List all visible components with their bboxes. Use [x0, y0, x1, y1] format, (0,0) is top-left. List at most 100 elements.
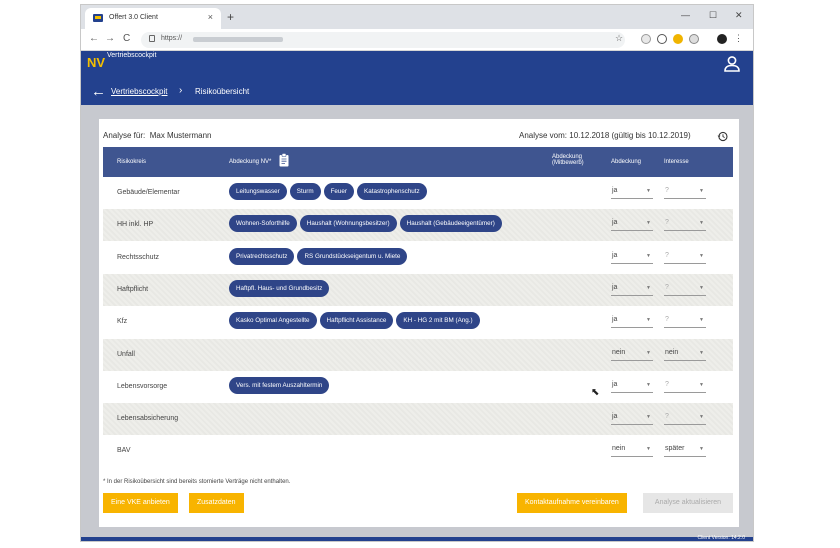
table-row: Lebensvorsorge Vers. mit festem Auszahlte…: [103, 371, 733, 403]
chevron-down-icon: ▼: [646, 349, 651, 356]
interest-select-value: ?: [665, 283, 669, 291]
coverage-chip[interactable]: Feuer: [323, 183, 355, 200]
chevron-down-icon: ▼: [646, 446, 651, 453]
column-interest: Interesse: [664, 159, 689, 165]
coverage-select[interactable]: ja ▼: [611, 314, 653, 329]
extension-icon[interactable]: [689, 34, 699, 44]
offer-vke-button[interactable]: Eine VKE anbieten: [103, 493, 178, 513]
coverage-select[interactable]: ja ▼: [611, 411, 653, 426]
user-account-icon[interactable]: [723, 55, 741, 73]
coverage-chip[interactable]: Haftpfl. Haus- und Grundbesitz: [229, 279, 330, 297]
browser-menu-icon[interactable]: ⋮: [734, 33, 743, 44]
arrange-contact-button[interactable]: Kontaktaufnahme vereinbaren: [517, 493, 627, 513]
coverage-select[interactable]: ja ▼: [611, 250, 653, 264]
new-tab-button[interactable]: +: [227, 10, 234, 24]
interest-select[interactable]: ? ▼: [664, 314, 706, 329]
chevron-right-icon: ›: [179, 85, 183, 96]
coverage-select-value: nein: [612, 348, 626, 356]
coverage-chip[interactable]: Wohnen-Soforthilfe: [229, 215, 297, 233]
interest-select[interactable]: ? ▼: [664, 411, 706, 426]
reload-button[interactable]: C: [123, 33, 130, 44]
table-row: Kfz Kasko Optimal Angestellte Haftpflicht …: [103, 306, 733, 338]
chevron-down-icon: ▼: [646, 317, 651, 324]
profile-avatar-icon[interactable]: [717, 34, 727, 44]
table-row: Haftpflicht Haftpfl. Haus- und Grundbesit…: [103, 273, 733, 306]
table-row: Rechtsschutz Privatrechtsschutz RS Grundst…: [103, 242, 733, 274]
coverage-select-value: nein: [612, 445, 626, 453]
clipboard-icon[interactable]: [279, 153, 289, 167]
extension-icon[interactable]: [657, 34, 667, 44]
table-row: HH inkl. HP Wohnen-Soforthilfe Haushalt (W…: [103, 209, 733, 242]
interest-select[interactable]: ? ▼: [664, 185, 706, 199]
extension-icon[interactable]: [673, 34, 683, 44]
browser-toolbar: ← → C https:// ☆ ⋮: [81, 29, 753, 51]
forward-nav-button[interactable]: →: [105, 33, 115, 44]
chevron-down-icon: ▼: [699, 349, 704, 356]
extension-icon[interactable]: [641, 34, 651, 44]
interest-select[interactable]: ? ▼: [664, 250, 706, 264]
interest-select[interactable]: ? ▼: [664, 379, 706, 393]
risk-label: HH inkl. HP: [117, 221, 154, 229]
coverage-select[interactable]: ja ▼: [611, 282, 653, 296]
coverage-select[interactable]: ja ▼: [611, 217, 653, 232]
coverage-chip[interactable]: Haftpflicht Assistance: [319, 312, 394, 330]
lock-icon: [149, 35, 155, 42]
coverage-select[interactable]: nein ▼: [611, 347, 653, 361]
risk-label: Rechtsschutz: [117, 253, 160, 261]
window-close-button[interactable]: ✕: [735, 10, 743, 21]
interest-select-value: ?: [665, 251, 669, 259]
interest-select[interactable]: später ▼: [664, 443, 706, 458]
column-coverage: Abdeckung: [611, 159, 642, 165]
chevron-down-icon: ▼: [699, 317, 704, 324]
url-redacted: [193, 37, 283, 42]
coverage-chip[interactable]: Katastrophenschutz: [357, 183, 427, 200]
coverage-chip[interactable]: Privatrechtsschutz: [229, 247, 295, 265]
browser-tab[interactable]: Offert 3.0 Client ×: [85, 8, 221, 29]
chevron-down-icon: ▼: [646, 284, 651, 291]
risk-label: BAV: [117, 447, 131, 455]
back-nav-button[interactable]: ←: [89, 33, 99, 44]
table-row: Gebäude/Elementar Leitungswasser Sturm Feue…: [103, 177, 733, 209]
interest-select[interactable]: nein ▼: [664, 347, 706, 361]
app-footer: Client Version: 14.2.0: [81, 535, 753, 541]
coverage-chip[interactable]: Leitungswasser: [229, 183, 287, 200]
interest-select-value: ?: [665, 316, 669, 324]
coverage-chip[interactable]: Haushalt (Gebäudeeigentümer): [399, 215, 502, 233]
table-row: BAV nein ▼ später ▼: [103, 435, 733, 467]
chevron-down-icon: ▼: [699, 381, 704, 388]
coverage-select[interactable]: ja ▼: [611, 379, 653, 393]
coverage-chip[interactable]: RS Grundstückseigentum u. Miete: [297, 247, 408, 265]
coverage-chip[interactable]: Haushalt (Wohnungsbesitzer): [299, 215, 397, 233]
additional-data-button[interactable]: Zusatzdaten: [189, 493, 244, 513]
coverage-chip[interactable]: Kasko Optimal Angestellte: [229, 312, 317, 330]
risk-label: Gebäude/Elementar: [117, 189, 180, 196]
coverage-chip[interactable]: KH - HG 2 mit BM (Ang.): [396, 312, 480, 330]
coverage-select[interactable]: ja ▼: [611, 185, 653, 199]
back-arrow-icon[interactable]: ←: [91, 83, 106, 100]
interest-select[interactable]: ? ▼: [664, 282, 706, 296]
coverage-select[interactable]: nein ▼: [611, 443, 653, 458]
column-risk: Risikokreis: [117, 159, 147, 165]
chevron-down-icon: ▼: [646, 220, 651, 227]
window-minimize-button[interactable]: —: [681, 10, 690, 20]
tab-close-icon[interactable]: ×: [208, 12, 213, 22]
coverage-chip[interactable]: Vers. mit festem Auszahltermin: [229, 376, 330, 394]
chevron-down-icon: ▼: [646, 414, 651, 421]
breadcrumb-link-vertriebscockpit[interactable]: Vertriebscockpit: [111, 87, 167, 96]
address-bar[interactable]: https://: [141, 32, 625, 48]
column-coverage-competitor-line2: (Mitbewerb): [552, 160, 584, 166]
favicon-icon: [93, 14, 103, 22]
bookmark-star-icon[interactable]: ☆: [615, 33, 623, 44]
risk-overview-panel: Analyse für: Max Mustermann Analyse vom:…: [99, 119, 739, 527]
interest-select[interactable]: ? ▼: [664, 217, 706, 232]
client-version: Client Version: 14.2.0: [697, 535, 745, 541]
coverage-chip[interactable]: Sturm: [289, 183, 321, 200]
column-coverage-nv: Abdeckung NV*: [229, 159, 272, 165]
app-logo: NV: [87, 55, 106, 70]
refresh-analysis-button[interactable]: Analyse aktualisieren: [643, 493, 733, 513]
window-maximize-button[interactable]: ☐: [709, 10, 717, 21]
browser-tab-bar: Offert 3.0 Client × + — ☐ ✕: [81, 5, 753, 29]
table-header: Risikokreis Abdeckung NV* Abdeckung (Mitb…: [103, 147, 733, 177]
history-icon[interactable]: [717, 131, 728, 142]
app-viewport: NV Vertriebscockpit ← Vertriebscockpit ›…: [81, 51, 753, 541]
